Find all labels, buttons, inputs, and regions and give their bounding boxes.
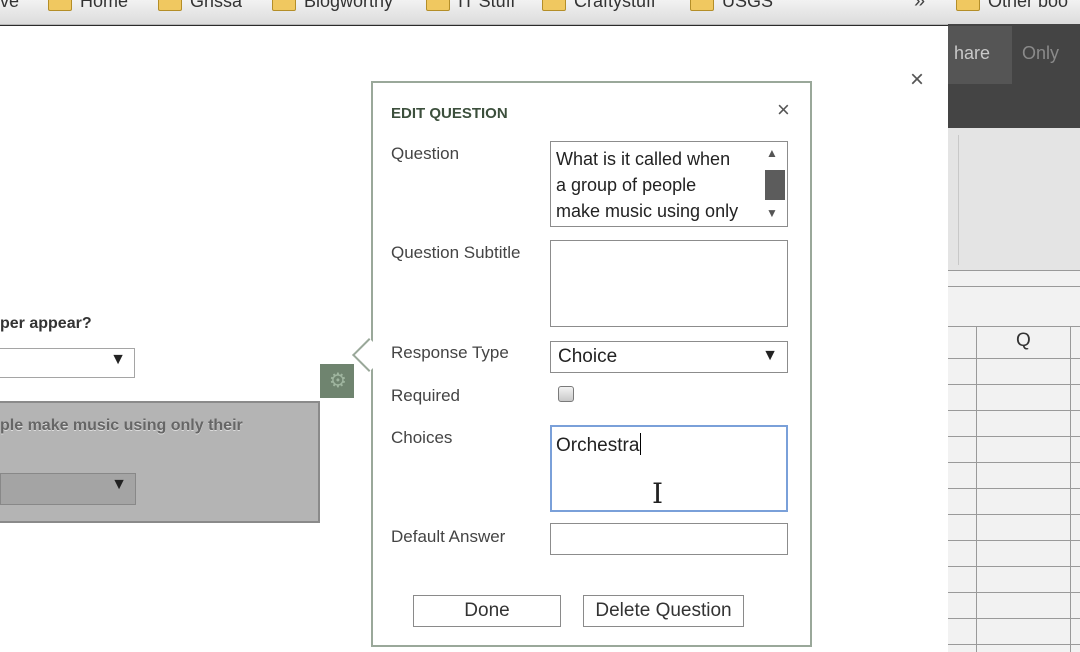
folder-icon [158, 0, 182, 11]
folder-icon [690, 0, 714, 11]
bookmark-label: Grissa [190, 0, 243, 11]
bookmark-label: Blogworthy [304, 0, 394, 11]
chevron-down-icon: ▼ [110, 351, 126, 368]
grid-line [948, 488, 1080, 489]
preview-question-text: ple make music using only their [0, 417, 243, 434]
preview-question-text: per appear? [0, 315, 92, 332]
grid-line [948, 286, 1080, 287]
preview-dropdown[interactable]: ▼ [0, 473, 136, 505]
grid-line [976, 326, 977, 652]
grid-line [1070, 326, 1071, 652]
bookmark-folder-it-stuff[interactable]: IT Stuff [426, 0, 515, 12]
bookmark-item[interactable]: ive [0, 0, 19, 12]
dialog-title: EDIT QUESTION [391, 105, 508, 122]
required-label: Required [391, 386, 460, 405]
scroll-down-icon[interactable]: ▼ [766, 206, 778, 220]
column-header-q[interactable]: Q [1016, 330, 1031, 352]
bookmark-folder-craftystuff[interactable]: Craftystuff [542, 0, 656, 12]
textarea-scrollbar[interactable]: ▲ ▼ [763, 146, 785, 222]
delete-question-button[interactable]: Delete Question [583, 595, 744, 627]
chevron-down-icon: ▼ [762, 347, 778, 364]
bookmark-label: Other boo [988, 0, 1069, 11]
text-caret [640, 433, 642, 455]
choices-value-wrapper: Orchestra [556, 433, 642, 457]
bookmark-folder-home[interactable]: Home [48, 0, 128, 12]
grid-line [948, 270, 1080, 271]
grid-line [948, 358, 1080, 359]
edit-question-gear-button[interactable]: ⚙ [320, 364, 354, 398]
bookmarks-bar: ive Home Grissa Blogworthy IT Stuff Craf… [0, 0, 1080, 25]
response-type-label: Response Type [391, 343, 509, 362]
grid-line [948, 436, 1080, 437]
choices-textarea[interactable]: Orchestra I [550, 425, 788, 512]
bookmark-folder-usgs[interactable]: USGS [690, 0, 773, 12]
grid-line [948, 514, 1080, 515]
other-bookmarks-folder[interactable]: Other boo [956, 0, 1068, 12]
preview-dropdown[interactable]: ▼ [0, 348, 135, 378]
question-textarea[interactable]: What is it called when a group of people… [550, 141, 788, 227]
spreadsheet-toolbar [948, 128, 1080, 270]
scroll-up-icon[interactable]: ▲ [766, 146, 778, 160]
bookmark-label: USGS [722, 0, 774, 11]
default-answer-label: Default Answer [391, 527, 506, 546]
response-type-select[interactable]: Choice ▼ [550, 341, 788, 373]
choices-label: Choices [391, 428, 453, 447]
chevron-down-icon: ▼ [111, 476, 127, 493]
share-button[interactable]: hare [948, 26, 1012, 84]
bookmark-label: IT Stuff [458, 0, 516, 11]
question-subtitle-label: Question Subtitle [391, 243, 521, 262]
folder-icon [956, 0, 980, 11]
bookmark-folder-grissa[interactable]: Grissa [158, 0, 242, 12]
folder-icon [426, 0, 450, 11]
grid-line [948, 592, 1080, 593]
sheet-tab-only[interactable]: Only [1008, 26, 1080, 84]
question-value: What is it called when a group of people… [556, 149, 739, 221]
text-cursor-icon: I [652, 477, 664, 510]
grid-line [948, 644, 1080, 645]
folder-icon [542, 0, 566, 11]
bookmark-label: Home [80, 0, 129, 11]
choices-value: Orchestra [556, 435, 640, 456]
required-checkbox[interactable] [558, 386, 574, 402]
response-type-value: Choice [558, 346, 618, 367]
default-answer-input[interactable] [550, 523, 788, 555]
grid-line [948, 618, 1080, 619]
folder-icon [272, 0, 296, 11]
question-subtitle-textarea[interactable] [550, 240, 788, 327]
grid-line [948, 384, 1080, 385]
preview-question-selected[interactable]: ple make music using only their ▼ [0, 401, 320, 523]
question-label: Question [391, 144, 460, 163]
close-icon[interactable]: × [777, 97, 790, 123]
grid-line [958, 135, 959, 265]
gear-icon: ⚙ [329, 370, 347, 392]
grid-line [948, 410, 1080, 411]
done-button[interactable]: Done [413, 595, 561, 627]
bookmark-label: Craftystuff [574, 0, 656, 11]
scrollbar-thumb[interactable] [765, 170, 785, 200]
bookmarks-overflow-button[interactable]: » [914, 0, 925, 13]
close-icon[interactable]: × [910, 66, 924, 94]
grid-line [948, 326, 1080, 327]
grid-line [948, 566, 1080, 567]
edit-question-dialog: EDIT QUESTION × Question What is it call… [352, 81, 812, 647]
bookmark-label: ive [0, 0, 20, 11]
grid-line [948, 540, 1080, 541]
folder-icon [48, 0, 72, 11]
grid-line [948, 462, 1080, 463]
bookmark-folder-blogworthy[interactable]: Blogworthy [272, 0, 393, 12]
